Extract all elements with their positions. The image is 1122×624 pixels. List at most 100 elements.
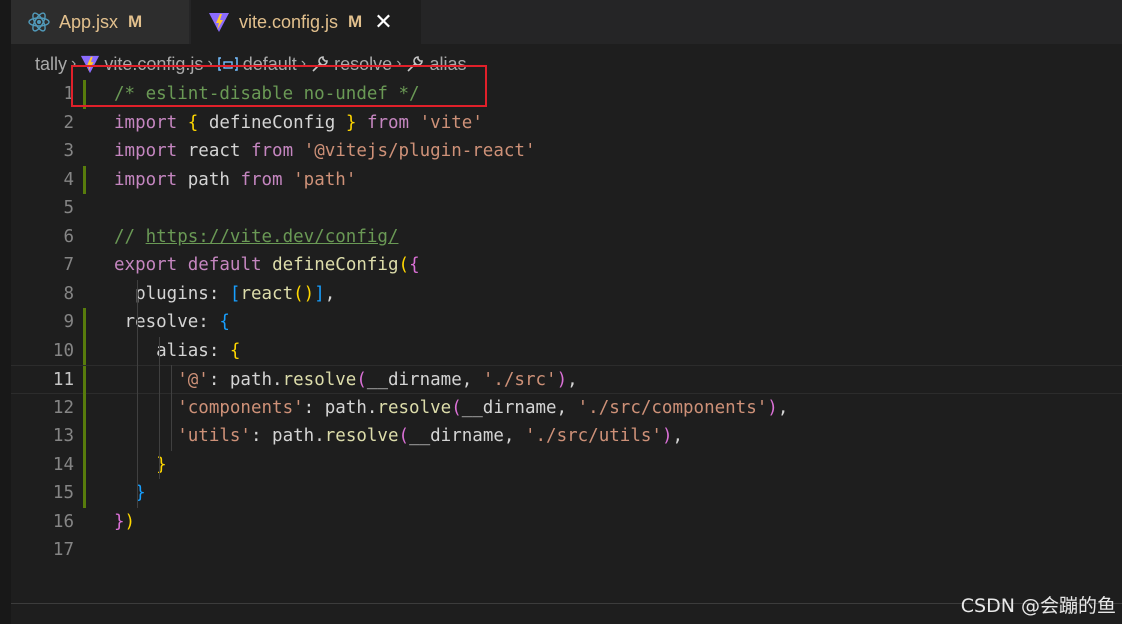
breadcrumb-item-resolve[interactable]: resolve [310,54,392,75]
code-text: }) [114,508,135,537]
code-line[interactable]: 14 } [11,450,1122,479]
tab-label: vite.config.js [239,11,339,32]
code-line[interactable]: 2 import { defineConfig } from 'vite' [11,109,1122,138]
code-line[interactable]: 1 /* eslint-disable no-undef */ [11,80,1122,109]
activity-bar-edge [0,0,11,624]
breadcrumb-item-default[interactable]: default [217,54,297,75]
code-line[interactable]: 17 [11,536,1122,565]
code-line[interactable]: 3 import react from '@vitejs/plugin-react… [11,137,1122,166]
code-line[interactable]: 9 resolve: { [11,308,1122,337]
modified-gutter-marker [83,165,86,194]
code-line[interactable]: 11 '@': path.resolve(__dirname, './src')… [11,365,1122,395]
close-icon[interactable]: ✕ [374,11,392,33]
code-token: () [293,283,315,304]
code-text: import { defineConfig } from 'vite' [114,109,483,138]
modified-gutter-marker [83,479,86,508]
code-token: resolve: [114,312,220,332]
code-text: /* eslint-disable no-undef */ [114,80,420,109]
code-token: { [409,255,420,275]
breadcrumb-label: default [242,53,297,74]
code-text: import react from '@vitejs/plugin-react' [114,137,535,166]
code-text: resolve: { [114,308,230,337]
code-token: 'components' [177,397,304,418]
line-number: 10 [52,340,74,361]
modified-gutter-marker [83,366,86,395]
line-number: 9 [63,312,74,332]
breadcrumb-item-folder[interactable]: tally [35,54,67,75]
code-token: '@' [177,370,209,390]
code-token: react [177,141,251,161]
code-token: plugins: [114,283,230,304]
code-token: ( [398,426,410,446]
code-token: : path. [303,397,378,418]
code-token: 'path' [293,169,357,190]
code-token: '@vitejs/plugin-react' [303,141,536,161]
line-number: 14 [52,454,74,475]
line-number: 8 [63,283,74,304]
code-line[interactable]: 7 export default defineConfig({ [11,251,1122,280]
code-token: resolve [377,397,452,418]
indent-guide [137,279,138,508]
code-line[interactable]: 8 plugins: [react()], [11,280,1122,309]
code-token: './src/components' [577,397,768,418]
line-number: 12 [52,397,74,418]
code-token: ) [124,511,136,532]
code-text: // https://vite.dev/config/ [114,223,398,252]
code-line[interactable]: 10 alias: { [11,336,1122,366]
tab-app-jsx[interactable]: App.jsx M [11,0,189,44]
modified-gutter-marker [83,393,86,422]
line-number: 2 [63,112,74,133]
code-token: [ [229,283,241,304]
code-line[interactable]: 13 'utils': path.resolve(__dirname, './s… [11,422,1122,451]
line-number: 16 [52,511,74,532]
code-line[interactable]: 16}) [11,508,1122,537]
code-token: import [114,112,178,133]
breadcrumb-item-file[interactable]: vite.config.js [80,54,203,75]
code-token: ) [556,370,568,390]
code-line[interactable]: 4 import path from 'path' [11,165,1122,195]
line-number: 4 [63,169,74,190]
chevron-right-icon: › [207,55,213,72]
code-editor[interactable]: 1 /* eslint-disable no-undef */ 2 import { … [11,79,1122,599]
code-token: __dirname, [461,397,578,418]
code-line[interactable]: 6 // https://vite.dev/config/ [11,223,1122,252]
modified-badge: M [128,12,143,31]
code-token: , [324,283,336,304]
chevron-right-icon: › [396,55,402,72]
line-number: 6 [63,226,74,247]
code-text: alias: { [114,337,240,366]
code-token: } [345,112,357,133]
code-token: path [177,169,241,190]
code-token: 'vite' [419,112,483,133]
code-text: import path from 'path' [114,166,356,195]
code-token: from [240,169,283,190]
modified-gutter-marker [83,80,86,109]
breadcrumb: tally › vite.config.js › default › resol… [35,51,466,77]
code-token: { [219,312,230,332]
code-token: : path. [208,370,283,390]
breadcrumb-label: alias [429,53,467,74]
code-token: './src/utils' [524,426,662,446]
code-token: defineConfig [208,112,336,133]
code-token: import [114,141,178,161]
code-token: { [229,340,241,361]
code-text: plugins: [react()], [114,280,335,309]
code-token: __dirname, [409,426,525,446]
line-number: 13 [52,426,74,446]
code-token: __dirname, [366,370,483,390]
code-text: 'utils': path.resolve(__dirname, './src/… [114,422,683,451]
vite-icon [80,54,100,74]
code-line[interactable]: 12 'components': path.resolve(__dirname,… [11,393,1122,422]
react-icon [27,10,51,34]
code-line[interactable]: 5 [11,194,1122,223]
code-token: alias: [114,340,230,361]
breadcrumb-item-alias[interactable]: alias [405,54,466,75]
indent-guide [159,336,160,479]
line-number: 15 [52,483,74,503]
tab-vite-config-js[interactable]: vite.config.js M ✕ [191,0,421,44]
code-line[interactable]: 15 } [11,479,1122,508]
